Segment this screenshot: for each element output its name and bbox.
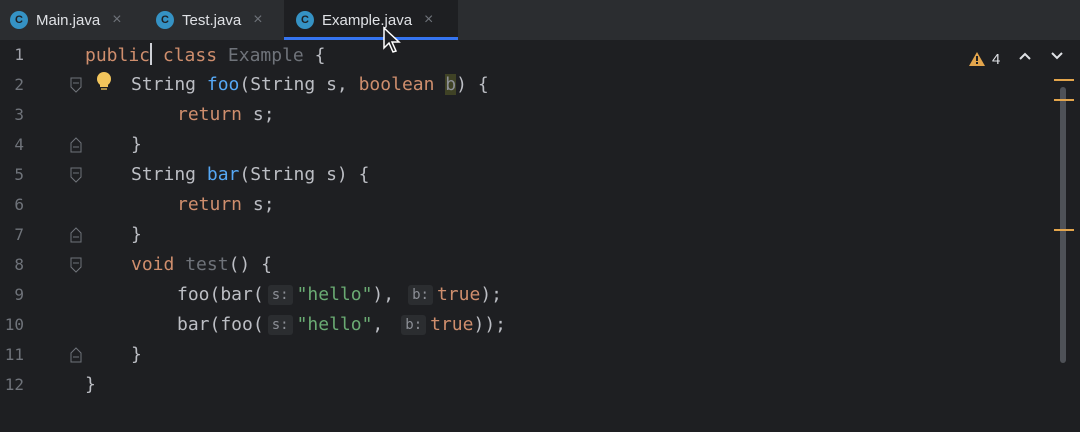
line-number: 1 — [14, 45, 24, 64]
vertical-scrollbar[interactable] — [1060, 87, 1066, 363]
line-number: 8 — [14, 255, 24, 274]
fold-start-icon[interactable] — [70, 167, 82, 183]
code-line-1: public class Example { — [85, 43, 325, 68]
keyword: return — [177, 104, 243, 125]
java-class-icon: C — [10, 11, 28, 29]
fold-start-icon[interactable] — [70, 257, 82, 273]
line-number: 9 — [14, 285, 24, 304]
code-text: { — [303, 45, 326, 66]
line-number: 4 — [14, 135, 24, 154]
keyword: class — [152, 45, 228, 66]
keyword: public — [85, 45, 151, 66]
keyword: void — [131, 254, 175, 275]
line-number: 7 — [14, 225, 24, 244]
code-line-11: } — [131, 343, 142, 367]
line-number: 6 — [14, 195, 24, 214]
tab-test-java[interactable]: C Test.java × — [156, 0, 280, 40]
keyword: return — [177, 194, 243, 215]
code-line-12: } — [85, 373, 96, 397]
tab-example-java[interactable]: C Example.java × — [284, 0, 458, 40]
fold-end-icon[interactable] — [70, 227, 82, 243]
code-text: s; — [242, 104, 275, 125]
active-tab-indicator — [284, 37, 458, 40]
code-text: (String s) { — [239, 164, 370, 185]
keyword: boolean — [358, 74, 435, 95]
method-name: test — [185, 254, 229, 275]
code-text: bar(foo( — [177, 314, 264, 335]
tab-main-java[interactable]: C Main.java × — [10, 0, 140, 40]
code-text: (String s, — [239, 74, 359, 95]
line-number: 10 — [4, 315, 24, 334]
java-class-icon: C — [296, 11, 314, 29]
code-text: String — [131, 74, 207, 95]
warning-icon — [969, 52, 985, 66]
parameter-hint: b: — [401, 315, 427, 335]
class-name: Example — [227, 45, 304, 66]
code-text: } — [131, 224, 142, 245]
fold-end-icon[interactable] — [70, 137, 82, 153]
warning-stripe-marker[interactable] — [1054, 79, 1074, 81]
code-line-2: String foo(String s, boolean b) { — [131, 73, 489, 97]
warning-count: 4 — [992, 50, 1001, 68]
parameter-hint: s: — [267, 315, 293, 335]
code-text: } — [131, 344, 142, 365]
code-line-7: } — [131, 223, 142, 247]
method-name: bar — [206, 164, 240, 185]
string-literal: "hello" — [296, 284, 373, 305]
keyword: true — [436, 284, 481, 305]
tab-label: Test.java — [182, 11, 242, 29]
line-number: 2 — [14, 75, 24, 94]
code-text: foo(bar( — [177, 284, 264, 305]
code-text: } — [85, 374, 96, 395]
code-line-3: return s; — [177, 103, 275, 127]
close-icon[interactable]: × — [424, 11, 433, 29]
code-text: } — [131, 134, 142, 155]
close-icon[interactable]: × — [112, 11, 121, 29]
fold-start-icon[interactable] — [70, 77, 82, 93]
code-text: String — [131, 164, 207, 185]
intention-bulb-icon[interactable] — [95, 71, 113, 93]
java-class-icon: C — [156, 11, 174, 29]
code-text: s; — [242, 194, 275, 215]
code-line-4: } — [131, 133, 142, 157]
string-literal: "hello" — [296, 314, 373, 335]
code-text: () { — [228, 254, 272, 275]
keyword: true — [430, 314, 474, 335]
code-editor[interactable]: 1 2 3 4 5 6 7 8 9 10 11 12 public class … — [0, 41, 1080, 432]
code-text: ), — [372, 284, 395, 305]
code-text: )); — [473, 314, 506, 335]
parameter-hint: s: — [267, 285, 293, 305]
line-number: 11 — [4, 345, 24, 364]
mouse-pointer-icon — [383, 26, 401, 53]
code-line-9: foo(bar(s: "hello"), b: true); — [177, 283, 502, 307]
line-number: 5 — [14, 165, 24, 184]
fold-end-icon[interactable] — [70, 347, 82, 363]
code-line-8: void test() { — [131, 253, 272, 277]
code-line-10: bar(foo(s: "hello", b: true)); — [177, 313, 506, 337]
code-line-6: return s; — [177, 193, 275, 217]
line-number: 3 — [14, 105, 24, 124]
unused-parameter: b — [445, 74, 457, 95]
next-highlight-icon[interactable] — [1050, 51, 1064, 61]
warning-stripe-marker[interactable] — [1054, 229, 1074, 231]
editor-tab-bar: C Main.java × C Test.java × C Example.ja… — [0, 0, 1080, 41]
method-name: foo — [206, 74, 240, 95]
line-number: 12 — [4, 375, 24, 394]
code-line-5: String bar(String s) { — [131, 163, 369, 187]
inspection-widget[interactable]: 4 — [968, 47, 1000, 71]
previous-highlight-icon[interactable] — [1018, 51, 1032, 61]
close-icon[interactable]: × — [253, 11, 262, 29]
parameter-hint: b: — [408, 285, 433, 305]
code-text: ); — [480, 284, 503, 305]
code-text: , — [372, 314, 384, 335]
code-text: ) { — [456, 74, 489, 95]
tab-label: Main.java — [36, 11, 101, 29]
warning-stripe-marker[interactable] — [1054, 99, 1074, 101]
